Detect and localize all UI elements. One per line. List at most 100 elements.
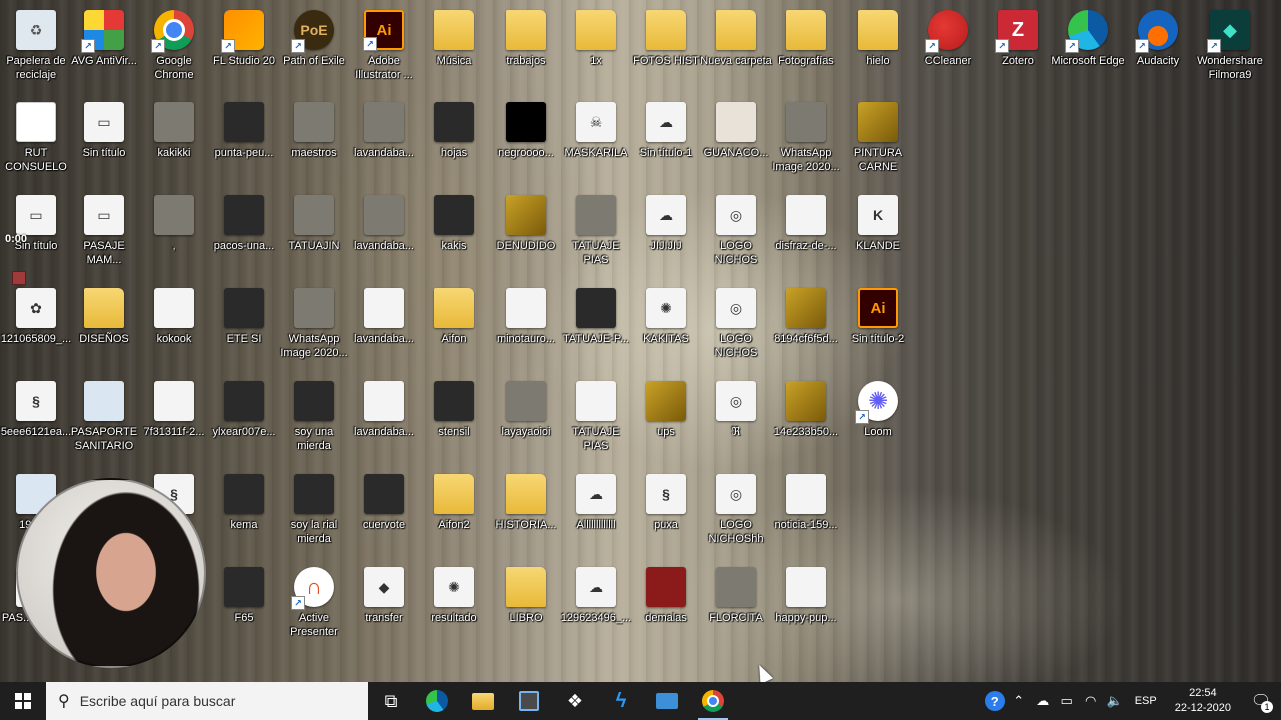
desktop-icon[interactable]: kakis <box>418 189 490 279</box>
desktop-icon[interactable]: GUANACO... <box>700 96 772 186</box>
desktop-icon[interactable]: ✺ resultado <box>418 561 490 651</box>
desktop-icon[interactable]: PINTURA CARNE <box>842 96 914 186</box>
desktop-icon[interactable]: Microsoft Edge <box>1051 4 1125 94</box>
desktop-icon[interactable]: DISEÑOS <box>68 282 140 372</box>
desktop-icon[interactable]: CCleaner <box>912 4 984 94</box>
desktop-icon[interactable]: hojas <box>418 96 490 186</box>
taskbar-edge[interactable] <box>414 682 460 720</box>
desktop-icon[interactable]: lavandaba... <box>348 282 420 372</box>
taskbar-file-explorer[interactable] <box>460 682 506 720</box>
desktop-icon[interactable]: ☠ MASKARILA <box>560 96 632 186</box>
desktop-icon[interactable]: Aifon2 <box>418 468 490 558</box>
desktop-icon[interactable]: 8194cf6f5d... <box>770 282 842 372</box>
desktop-icon[interactable]: TATUAJE PIAS <box>560 189 632 279</box>
desktop-icon[interactable]: Z Zotero <box>982 4 1054 94</box>
notification-center-button[interactable]: 🗨 1 <box>1241 682 1281 720</box>
desktop-icon[interactable]: minotauro... <box>490 282 562 372</box>
desktop-icon[interactable]: AVG AntiVir... <box>68 4 140 94</box>
desktop-icon[interactable]: punta-peu... <box>208 96 280 186</box>
desktop-icon[interactable]: kokook <box>138 282 210 372</box>
desktop-icon[interactable]: 14e233b50... <box>770 375 842 465</box>
desktop-icon[interactable]: PoE Path of Exile <box>278 4 350 94</box>
taskbar-dropbox[interactable]: ❖ <box>552 682 598 720</box>
desktop-icon[interactable]: Música <box>418 4 490 94</box>
desktop-icon[interactable]: ◎ ℜ <box>700 375 772 465</box>
desktop-icon[interactable]: Google Chrome <box>138 4 210 94</box>
clock[interactable]: 22:54 22-12-2020 <box>1165 686 1241 716</box>
tray-volume[interactable]: 🔈 <box>1103 682 1127 720</box>
desktop-icon[interactable]: negroooo... <box>490 96 562 186</box>
desktop-icon[interactable]: ✿ 121065809_... <box>0 282 72 372</box>
desktop-icon[interactable]: , <box>138 189 210 279</box>
taskbar-bolt-app[interactable]: ϟ <box>598 682 644 720</box>
desktop-icon[interactable]: ♻ Papelera de reciclaje <box>0 4 72 94</box>
desktop-icon[interactable]: kakikki <box>138 96 210 186</box>
desktop-icon[interactable]: ylxear007e... <box>208 375 280 465</box>
desktop-icon[interactable]: RUT CONSUELO <box>0 96 72 186</box>
search-box[interactable]: ⚲ Escribe aquí para buscar <box>46 682 368 720</box>
desktop-icon[interactable]: K KLANDE <box>842 189 914 279</box>
desktop-icon[interactable]: disfraz-de-... <box>770 189 842 279</box>
desktop-icon[interactable]: FL Studio 20 <box>208 4 280 94</box>
desktop-icon[interactable]: ∩Active Presenter <box>278 561 350 651</box>
taskbar-store[interactable] <box>506 682 552 720</box>
desktop-icon[interactable]: Fotografías <box>770 4 842 94</box>
desktop-icon[interactable]: § puxa <box>630 468 702 558</box>
desktop-icon[interactable]: TATUAJIN <box>278 189 350 279</box>
desktop-icon[interactable]: happy-pup... <box>770 561 842 651</box>
desktop-icon[interactable]: FOTOS HIST <box>630 4 702 94</box>
desktop-icon[interactable]: TATUAJE-P... <box>560 282 632 372</box>
desktop-icon[interactable]: stensil <box>418 375 490 465</box>
desktop-icon[interactable]: WhatsApp Image 2020... <box>770 96 842 186</box>
desktop-icon[interactable]: kema <box>208 468 280 558</box>
desktop-icon[interactable]: ◎ LOGO NICHOShh <box>700 468 772 558</box>
desktop-icon[interactable]: LIBRO <box>490 561 562 651</box>
desktop-icon[interactable]: ▭ Sin título <box>68 96 140 186</box>
tray-help[interactable]: ? <box>983 682 1007 720</box>
task-view-button[interactable]: ⧉ <box>368 682 414 720</box>
desktop-icon[interactable]: DENUDIDO <box>490 189 562 279</box>
desktop-icon[interactable]: noticia-159... <box>770 468 842 558</box>
desktop-icon[interactable]: demalas <box>630 561 702 651</box>
desktop-icon[interactable]: Ai Sin título-2 <box>842 282 914 372</box>
start-button[interactable] <box>0 682 46 720</box>
desktop-icon[interactable]: ◎ LOGO NICHOS <box>700 282 772 372</box>
desktop-icon[interactable]: soy la rial mierda <box>278 468 350 558</box>
desktop-icon[interactable]: ◆Wondershare Filmora9 <box>1194 4 1266 94</box>
desktop-icon[interactable]: WhatsApp Image 2020... <box>278 282 350 372</box>
desktop-icon[interactable]: lavandaba... <box>348 375 420 465</box>
desktop-icon[interactable]: ☁ Sin título-1 <box>630 96 702 186</box>
desktop-icon[interactable]: § 5eee6121ea... <box>0 375 72 465</box>
desktop-icon[interactable]: ☁ JIJIJIJ <box>630 189 702 279</box>
desktop-icon[interactable]: maestros <box>278 96 350 186</box>
desktop-icon[interactable]: Audacity <box>1122 4 1194 94</box>
desktop-icon[interactable]: ups <box>630 375 702 465</box>
desktop-icon[interactable]: Aifon <box>418 282 490 372</box>
desktop-icon[interactable]: pacos-una... <box>208 189 280 279</box>
tray-onedrive[interactable]: ☁ <box>1031 682 1055 720</box>
desktop-icon[interactable]: hielo <box>842 4 914 94</box>
desktop-icon[interactable]: ✺ KAKITAS <box>630 282 702 372</box>
desktop-icon[interactable]: 7f31311f-2... <box>138 375 210 465</box>
language-indicator[interactable]: ESP <box>1127 695 1165 707</box>
desktop-icon[interactable]: PASAPORTE SANITARIO <box>68 375 140 465</box>
taskbar-mail[interactable] <box>644 682 690 720</box>
desktop-icon[interactable]: ▭ PASAJE MAM... <box>68 189 140 279</box>
recording-stop-button[interactable] <box>12 271 26 285</box>
desktop-icon[interactable]: 1x <box>560 4 632 94</box>
desktop-icon[interactable]: trabajos <box>490 4 562 94</box>
desktop-icon[interactable]: Ai Adobe Illustrator ... <box>348 4 420 94</box>
desktop-icon[interactable]: lavandaba... <box>348 189 420 279</box>
desktop-icon[interactable]: ◆ transfer <box>348 561 420 651</box>
desktop-icon[interactable]: ✺ Loom <box>842 375 914 465</box>
desktop-icon[interactable]: ☁ Alllllllllllll <box>560 468 632 558</box>
desktop-icon[interactable]: layayaoioi <box>490 375 562 465</box>
desktop-icon[interactable]: TATUAJE PIAS <box>560 375 632 465</box>
desktop-icon[interactable]: Nueva carpeta <box>700 4 772 94</box>
desktop-icon[interactable]: lavandaba... <box>348 96 420 186</box>
desktop-icon[interactable]: HISTORIA... <box>490 468 562 558</box>
desktop-icon[interactable]: F65 <box>208 561 280 651</box>
desktop-icon[interactable]: ☁ 129623496_... <box>560 561 632 651</box>
desktop-icon[interactable]: FLORCITA <box>700 561 772 651</box>
desktop-icon[interactable]: ETE SI <box>208 282 280 372</box>
